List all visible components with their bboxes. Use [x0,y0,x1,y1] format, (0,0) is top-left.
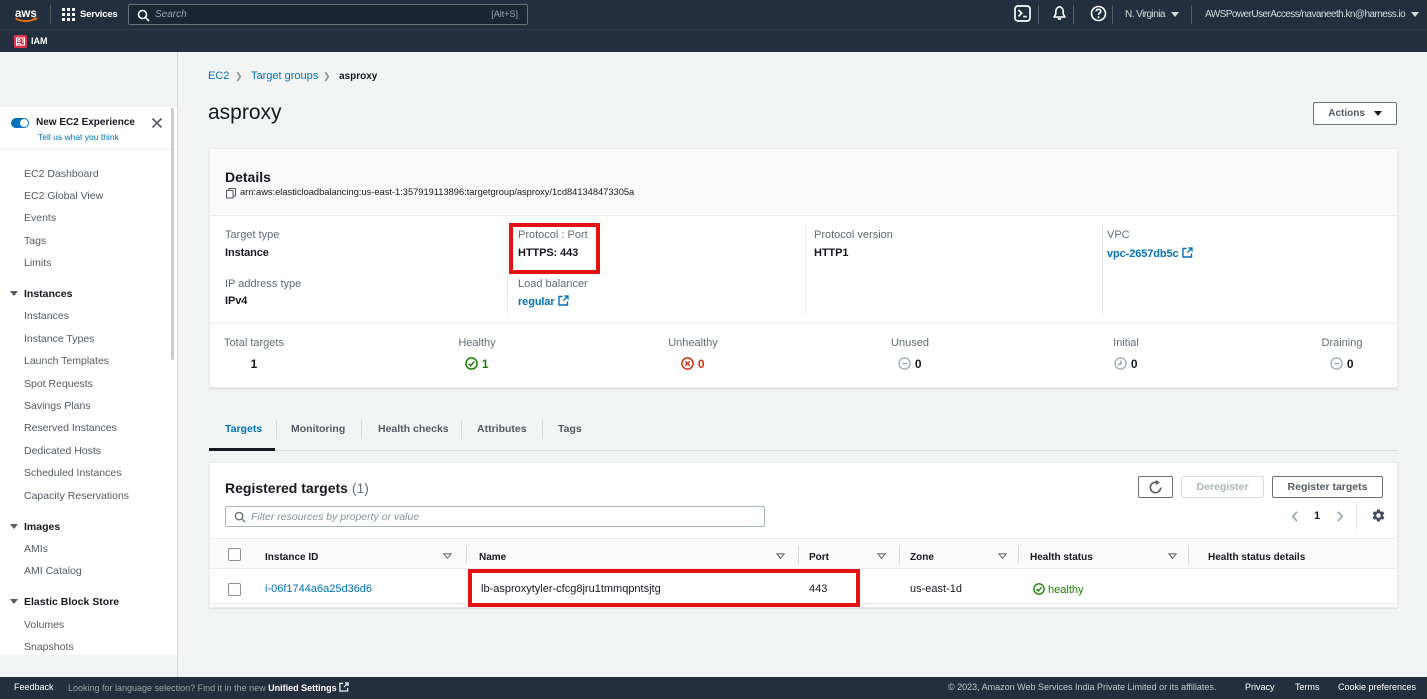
svg-text:aws: aws [15,8,37,20]
